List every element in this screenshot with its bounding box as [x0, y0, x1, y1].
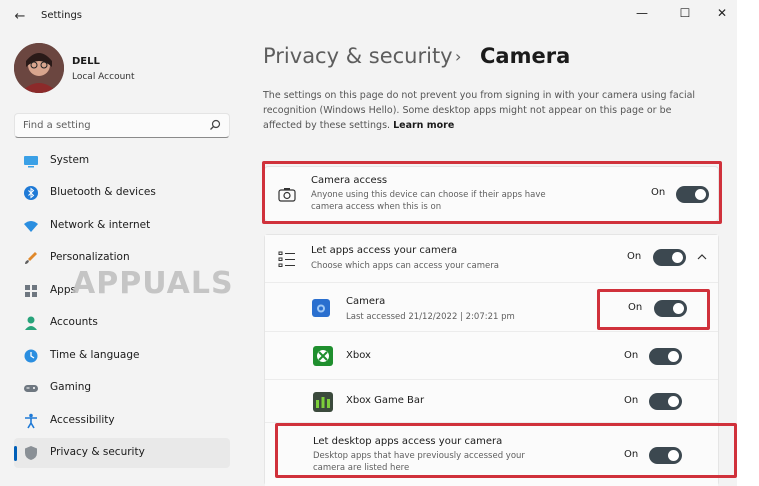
- sidebar-item-label: Accounts: [50, 316, 98, 328]
- app-name: Camera: [346, 296, 386, 307]
- description-text: The settings on this page do not prevent…: [263, 90, 696, 131]
- search-placeholder: Find a setting: [23, 120, 91, 131]
- apps-icon: [25, 285, 37, 297]
- brush-icon: [25, 252, 37, 264]
- let-apps-toggle[interactable]: [653, 249, 686, 266]
- shield-icon: [25, 446, 37, 460]
- appuals-watermark: APPUALS: [72, 266, 234, 301]
- page-description: The settings on this page do not prevent…: [263, 88, 708, 133]
- chevron-up-icon[interactable]: [696, 252, 708, 262]
- app-last-accessed: Last accessed 21/12/2022 | 2:07:21 pm: [346, 312, 515, 322]
- let-apps-state: On: [627, 251, 642, 262]
- sidebar-item-label: Network & internet: [50, 219, 151, 231]
- maximize-button[interactable]: ☐: [670, 4, 700, 22]
- xbox-game-bar-icon: [313, 392, 333, 412]
- app-state: On: [624, 350, 639, 361]
- sidebar-item-label: Accessibility: [50, 414, 115, 426]
- app-row-xbox: Xbox On: [265, 333, 718, 380]
- highlight-box-camera-app: [597, 289, 710, 330]
- sidebar-item-label: System: [50, 154, 90, 166]
- let-apps-title: Let apps access your camera: [311, 245, 458, 256]
- sidebar-item-gaming[interactable]: Gaming: [14, 373, 230, 403]
- back-arrow-icon[interactable]: ←: [10, 8, 30, 26]
- app-title: Settings: [41, 10, 83, 21]
- title-bar: ← Settings — ☐ ✕: [0, 0, 737, 34]
- person-icon: [25, 316, 37, 330]
- xbox-game-bar-toggle[interactable]: [649, 393, 682, 410]
- display-icon: [24, 156, 38, 168]
- xbox-toggle[interactable]: [649, 348, 682, 365]
- sidebar-item-label: Personalization: [50, 251, 130, 263]
- gamepad-icon: [24, 385, 38, 392]
- settings-window: ← Settings — ☐ ✕ DELL Local Account Find…: [0, 0, 737, 486]
- search-input[interactable]: Find a setting: [14, 113, 230, 138]
- search-icon: [210, 119, 221, 130]
- let-apps-row[interactable]: Let apps access your camera Choose which…: [265, 235, 718, 283]
- breadcrumb-parent[interactable]: Privacy & security: [263, 44, 453, 68]
- bluetooth-icon: [24, 186, 38, 200]
- sidebar-item-label: Time & language: [50, 349, 140, 361]
- sidebar-item-label: Gaming: [50, 381, 92, 393]
- sidebar-item-accounts[interactable]: Accounts: [14, 308, 230, 338]
- sidebar-item-system[interactable]: System: [14, 146, 230, 176]
- sidebar-item-bluetooth[interactable]: Bluetooth & devices: [14, 178, 230, 208]
- close-button[interactable]: ✕: [707, 4, 737, 22]
- camera-app-icon: [312, 299, 330, 317]
- sidebar-item-time-language[interactable]: Time & language: [14, 341, 230, 371]
- app-name: Xbox Game Bar: [346, 395, 425, 406]
- let-apps-desc: Choose which apps can access your camera: [311, 261, 499, 271]
- avatar[interactable]: [14, 43, 64, 93]
- sidebar-item-network[interactable]: Network & internet: [14, 211, 230, 241]
- app-row-xbox-game-bar: Xbox Game Bar On: [265, 381, 718, 423]
- highlight-box-desktop-apps: [275, 423, 737, 478]
- sidebar-item-label: Privacy & security: [50, 446, 145, 458]
- wifi-icon: [24, 221, 38, 232]
- app-name: Xbox: [346, 350, 371, 361]
- chevron-right-icon: ›: [455, 47, 462, 66]
- clock-globe-icon: [24, 349, 38, 363]
- account-type: Local Account: [72, 72, 135, 82]
- selection-indicator: [14, 446, 17, 461]
- sidebar-item-accessibility[interactable]: Accessibility: [14, 406, 230, 436]
- page-title: Camera: [480, 44, 571, 68]
- user-name: DELL: [72, 56, 100, 67]
- learn-more-link[interactable]: Learn more: [393, 120, 454, 131]
- xbox-icon: [313, 346, 333, 366]
- accessibility-icon: [25, 413, 37, 429]
- sidebar-item-label: Bluetooth & devices: [50, 186, 156, 198]
- sidebar-item-privacy-security[interactable]: Privacy & security: [14, 438, 230, 468]
- app-state: On: [624, 395, 639, 406]
- highlight-box-camera-access: [262, 161, 722, 224]
- minimize-button[interactable]: —: [627, 4, 657, 22]
- list-icon: [278, 251, 295, 267]
